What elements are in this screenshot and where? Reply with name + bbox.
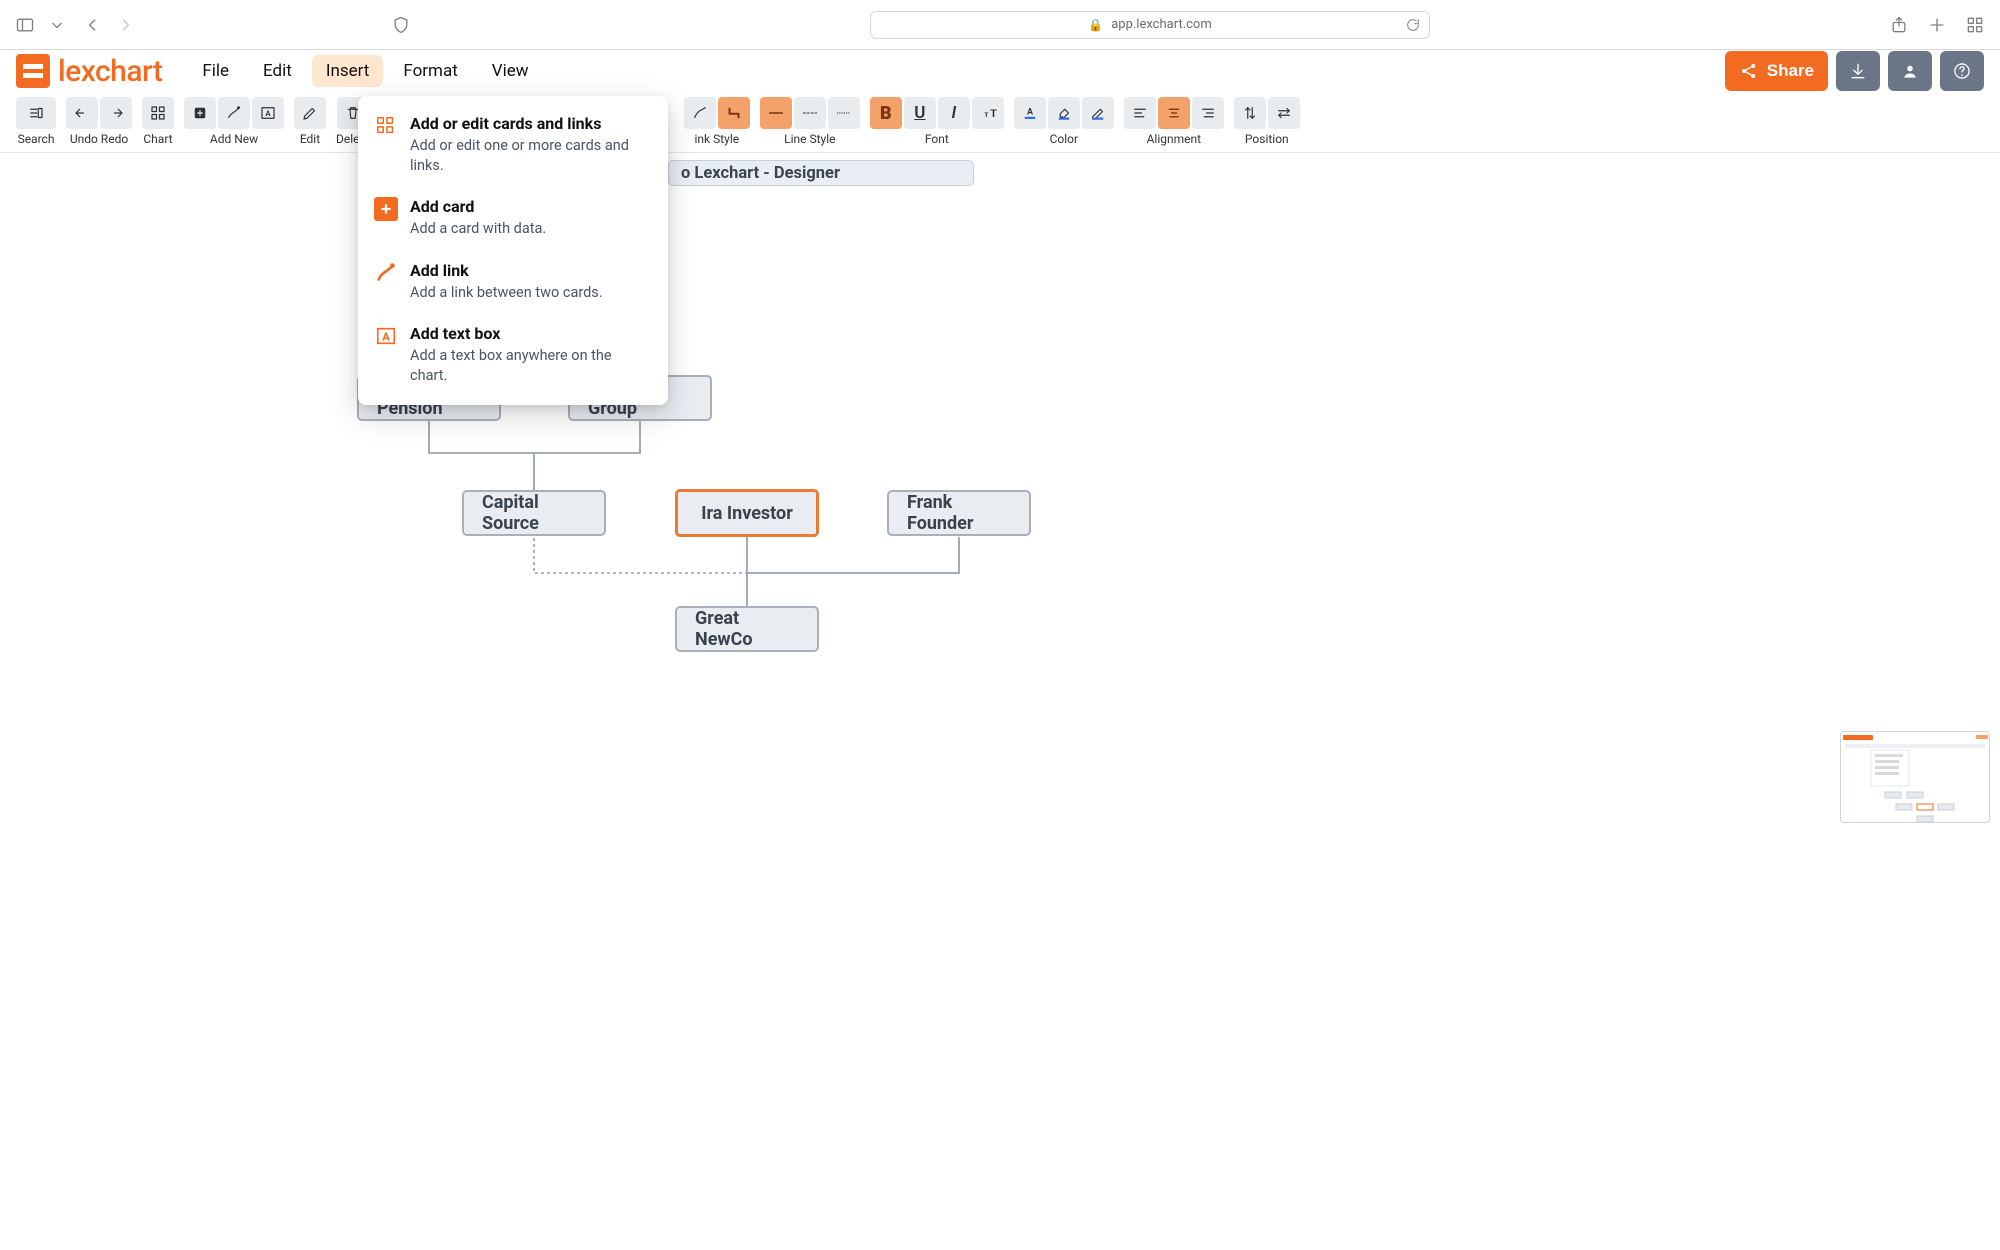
toolbar: Search Undo Redo Chart A Add New Edit: [0, 92, 2000, 153]
align-right-button[interactable]: [1192, 97, 1224, 129]
add-textbox-button[interactable]: A: [252, 97, 284, 129]
linestyle-solid-button[interactable]: [760, 97, 792, 129]
toolbar-position-label: Position: [1245, 132, 1289, 146]
textbox-icon: A: [374, 324, 398, 348]
dd-sub: Add a card with data.: [410, 219, 546, 239]
insert-dropdown: Add or edit cards and links Add or edit …: [358, 96, 668, 405]
card-frank-founder[interactable]: Frank Founder: [887, 490, 1031, 536]
add-card-button[interactable]: [184, 97, 216, 129]
undo-button[interactable]: [66, 97, 98, 129]
insert-add-link[interactable]: Add link Add a link between two cards.: [358, 251, 668, 315]
logo-text: lexchart: [58, 54, 162, 89]
svg-text:T: T: [990, 107, 997, 120]
user-icon: [1900, 61, 1920, 81]
menu-bar: File Edit Insert Format View: [188, 55, 542, 87]
toolbar-linestyle-label: Line Style: [784, 132, 835, 146]
linestyle-dotted-button[interactable]: [828, 97, 860, 129]
fill-color-button[interactable]: [1048, 97, 1080, 129]
menu-edit[interactable]: Edit: [249, 55, 306, 87]
redo-button[interactable]: [100, 97, 132, 129]
grid-dots-icon: [374, 114, 398, 138]
tab-overview-icon[interactable]: [1964, 14, 1986, 36]
font-italic-button[interactable]: I: [938, 97, 970, 129]
svg-text:A: A: [1027, 108, 1034, 118]
svg-text:A: A: [265, 109, 271, 118]
card-capital-source[interactable]: Capital Source: [462, 490, 606, 536]
help-button[interactable]: [1940, 51, 1984, 91]
align-left-button[interactable]: [1124, 97, 1156, 129]
nav-forward-icon: [114, 14, 136, 36]
shield-icon[interactable]: [390, 14, 412, 36]
share-icon: [1739, 61, 1759, 81]
dd-sub: Add or edit one or more cards and links.: [410, 136, 652, 175]
align-center-button[interactable]: [1158, 97, 1190, 129]
toolbar-font-label: Font: [925, 132, 949, 146]
dd-title: Add card: [410, 197, 546, 217]
link-arrow-icon: [374, 261, 398, 285]
account-button[interactable]: [1888, 51, 1932, 91]
document-title[interactable]: o Lexchart - Designer: [668, 160, 974, 186]
help-icon: [1952, 61, 1972, 81]
insert-add-card[interactable]: Add card Add a card with data.: [358, 187, 668, 251]
position-horizontal-button[interactable]: [1268, 97, 1300, 129]
chevron-down-icon[interactable]: [46, 14, 68, 36]
dd-title: Add or edit cards and links: [410, 114, 652, 134]
new-tab-icon[interactable]: [1926, 14, 1948, 36]
reload-icon[interactable]: [1405, 17, 1421, 37]
card-great-newco[interactable]: Great NewCo: [675, 606, 819, 652]
download-icon: [1848, 61, 1868, 81]
share-safari-icon[interactable]: [1888, 14, 1910, 36]
app-logo[interactable]: lexchart: [16, 54, 162, 89]
svg-text:A: A: [382, 331, 390, 344]
download-button[interactable]: [1836, 51, 1880, 91]
url-text: app.lexchart.com: [1111, 17, 1212, 32]
edit-button[interactable]: [294, 97, 326, 129]
toolbar-edit-label: Edit: [300, 132, 320, 146]
toolbar-addnew-label: Add New: [210, 132, 258, 146]
toolbar-chart-label: Chart: [143, 132, 172, 146]
menu-file[interactable]: File: [188, 55, 243, 87]
font-underline-button[interactable]: U: [904, 97, 936, 129]
toolbar-color-label: Color: [1050, 132, 1078, 146]
text-color-button[interactable]: A: [1014, 97, 1046, 129]
linkstyle-elbow-button[interactable]: [718, 97, 750, 129]
card-ira-investor[interactable]: Ira Investor: [675, 489, 819, 537]
linkstyle-curve-button[interactable]: [684, 97, 716, 129]
dd-sub: Add a link between two cards.: [410, 283, 603, 303]
border-color-button[interactable]: [1082, 97, 1114, 129]
share-button[interactable]: Share: [1725, 51, 1828, 91]
app-header: lexchart File Edit Insert Format View Sh…: [0, 50, 2000, 92]
plus-square-icon: [374, 197, 398, 221]
toolbar-linkstyle-label: ink Style: [695, 132, 740, 146]
toolbar-alignment-label: Alignment: [1147, 132, 1201, 146]
position-vertical-button[interactable]: [1234, 97, 1266, 129]
share-button-label: Share: [1767, 61, 1814, 81]
nav-back-icon[interactable]: [82, 14, 104, 36]
chart-canvas[interactable]: o Lexchart - Designer Global Pension Oce…: [0, 153, 2000, 833]
dd-sub: Add a text box anywhere on the chart.: [410, 346, 652, 385]
address-bar[interactable]: 🔒 app.lexchart.com: [870, 11, 1430, 39]
dd-title: Add link: [410, 261, 603, 281]
svg-text:T: T: [984, 111, 989, 119]
insert-add-edit-cards-links[interactable]: Add or edit cards and links Add or edit …: [358, 104, 668, 187]
search-button[interactable]: [16, 97, 56, 129]
lock-icon: 🔒: [1088, 18, 1103, 32]
font-bold-button[interactable]: B: [870, 97, 902, 129]
toolbar-undoredo-label: Undo Redo: [70, 132, 128, 146]
insert-add-textbox[interactable]: A Add text box Add a text box anywhere o…: [358, 314, 668, 397]
toolbar-search-label: Search: [18, 132, 55, 146]
menu-format[interactable]: Format: [389, 55, 471, 87]
linestyle-dashed-button[interactable]: [794, 97, 826, 129]
font-size-button[interactable]: TT: [972, 97, 1004, 129]
menu-insert[interactable]: Insert: [312, 55, 384, 87]
dd-title: Add text box: [410, 324, 652, 344]
sidebar-toggle-icon[interactable]: [14, 14, 36, 36]
chart-button[interactable]: [142, 97, 174, 129]
logo-mark-icon: [16, 54, 50, 88]
menu-view[interactable]: View: [478, 55, 543, 87]
add-link-button[interactable]: [218, 97, 250, 129]
browser-chrome: 🔒 app.lexchart.com: [0, 0, 2000, 50]
